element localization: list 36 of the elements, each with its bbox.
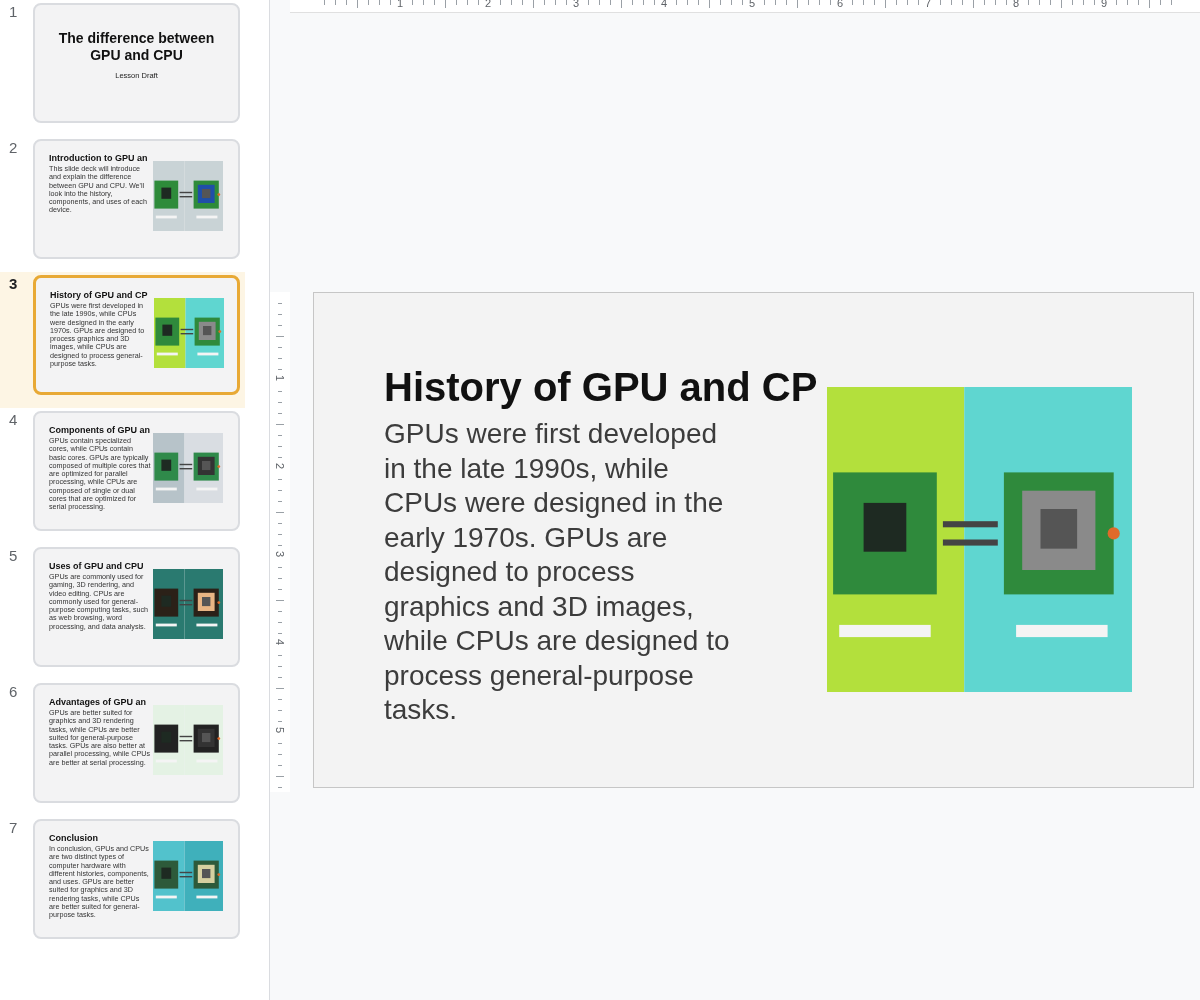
ruler-number: 6 bbox=[837, 0, 844, 9]
ruler-number: 5 bbox=[274, 725, 286, 736]
ruler-number: 4 bbox=[274, 637, 286, 648]
slide-thumbnail[interactable] bbox=[33, 411, 240, 531]
slide-number: 7 bbox=[8, 819, 19, 837]
ruler-number: 2 bbox=[274, 461, 286, 472]
slide-title: Advantages of GPU an bbox=[49, 697, 148, 708]
ruler-number: 9 bbox=[1101, 0, 1108, 9]
slide-title[interactable]: History of GPU and CP bbox=[384, 363, 827, 411]
slide-number: 2 bbox=[8, 139, 19, 157]
ruler-number: 2 bbox=[485, 0, 492, 9]
ruler-number: 1 bbox=[397, 0, 404, 9]
slide-title: Components of GPU an bbox=[49, 425, 151, 436]
slide-number: 5 bbox=[8, 547, 19, 565]
slide-thumbnail[interactable] bbox=[33, 547, 240, 667]
ruler-number: 1 bbox=[274, 373, 286, 384]
slide-thumbnail[interactable] bbox=[33, 275, 240, 395]
ruler-number: 8 bbox=[1013, 0, 1020, 9]
ruler-number: 4 bbox=[661, 0, 668, 9]
slide-title: Conclusion bbox=[49, 833, 99, 844]
ruler-number: 3 bbox=[573, 0, 580, 9]
slide-thumbnail[interactable] bbox=[33, 819, 240, 939]
slide-thumbnail[interactable] bbox=[33, 683, 240, 803]
slide-number: 1 bbox=[8, 3, 19, 21]
ruler-number: 5 bbox=[749, 0, 756, 9]
slide-title: Introduction to GPU an bbox=[49, 153, 149, 164]
slide-number: 4 bbox=[8, 411, 19, 429]
slide-number: 3 bbox=[8, 275, 19, 293]
ruler-number: 7 bbox=[925, 0, 932, 9]
slide-canvas[interactable] bbox=[313, 292, 1194, 788]
slide-number: 6 bbox=[8, 683, 19, 701]
slide-title: Uses of GPU and CPU bbox=[49, 561, 145, 572]
slide-title: History of GPU and CP bbox=[50, 290, 149, 301]
ruler-number: 3 bbox=[274, 549, 286, 560]
slide-title: The difference between GPU and CPU bbox=[57, 30, 216, 64]
slide-body[interactable]: GPUs were first developed in the late 1990s, while CPUs were designed in the early 1970s. GPUs are designed to process graphics and 3D images, while CPUs are designed to process general-purpose tasks. bbox=[384, 417, 746, 728]
